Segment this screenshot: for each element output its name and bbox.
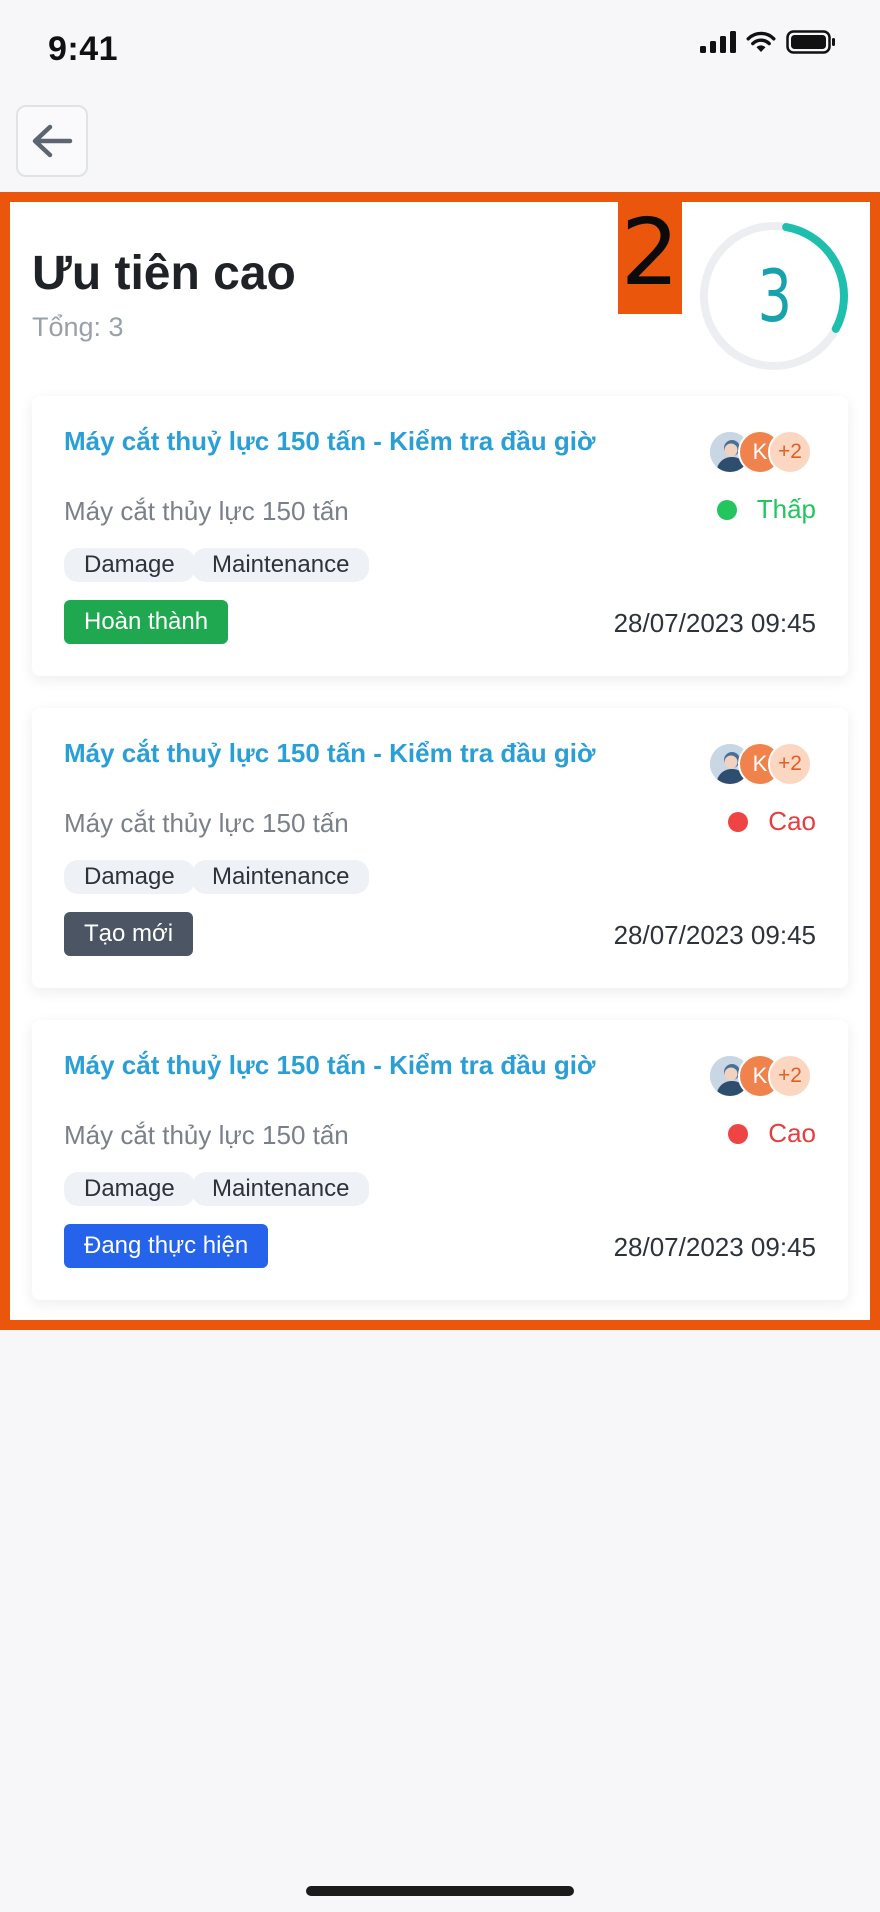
section-title: Ưu tiên cao <box>32 247 296 300</box>
priority-label: Thấp <box>756 494 816 524</box>
task-card[interactable]: Máy cắt thuỷ lực 150 tấn - Kiểm tra đầu … <box>32 1020 848 1300</box>
task-subtitle: Máy cắt thủy lực 150 tấn <box>64 1120 349 1150</box>
status-time: 9:41 <box>48 30 119 68</box>
cellular-signal-icon <box>700 31 736 53</box>
status-bar: 9:41 <box>0 0 880 100</box>
assignee-avatars[interactable]: K +2 <box>708 1054 818 1100</box>
priority-dot-icon <box>728 1123 749 1144</box>
task-title[interactable]: Máy cắt thuỷ lực 150 tấn - Kiểm tra đầu … <box>64 426 595 457</box>
wifi-icon <box>746 31 776 52</box>
task-subtitle: Máy cắt thủy lực 150 tấn <box>64 808 349 838</box>
task-card[interactable]: Máy cắt thuỷ lực 150 tấn - Kiểm tra đầu … <box>32 708 848 988</box>
section-total: Tổng: 3 <box>32 312 124 342</box>
tag-chip: Damage <box>64 548 195 582</box>
status-badge: Tạo mới <box>64 912 194 956</box>
assignee-avatars[interactable]: K +2 <box>708 430 818 476</box>
battery-icon <box>786 30 835 54</box>
tag-chip: Damage <box>64 1172 195 1206</box>
task-date: 28/07/2023 09:45 <box>613 608 816 638</box>
task-date: 28/07/2023 09:45 <box>613 920 816 950</box>
status-icons <box>700 30 836 54</box>
task-title[interactable]: Máy cắt thuỷ lực 150 tấn - Kiểm tra đầu … <box>64 1050 595 1081</box>
task-title[interactable]: Máy cắt thuỷ lực 150 tấn - Kiểm tra đầu … <box>64 738 595 769</box>
priority-dot-icon <box>716 499 737 520</box>
avatar-more-count: +2 <box>768 1054 812 1098</box>
avatar-more-count: +2 <box>768 742 812 786</box>
priority-indicator: Thấp <box>716 494 816 525</box>
priority-label: Cao <box>768 1118 816 1148</box>
tag-chip: Maintenance <box>192 860 370 894</box>
task-subtitle: Máy cắt thủy lực 150 tấn <box>64 496 349 526</box>
status-badge: Đang thực hiện <box>64 1224 269 1268</box>
priority-label: Cao <box>768 806 816 836</box>
tag-chip: Maintenance <box>192 548 370 582</box>
task-card[interactable]: Máy cắt thuỷ lực 150 tấn - Kiểm tra đầu … <box>32 396 848 676</box>
priority-indicator: Cao <box>728 806 816 837</box>
tag-chip: Maintenance <box>192 1172 370 1206</box>
progress-ring-value: 3 <box>757 254 792 338</box>
tag-chip: Damage <box>64 860 195 894</box>
status-badge: Hoàn thành <box>64 600 229 644</box>
priority-dot-icon <box>728 811 749 832</box>
avatar-more-count: +2 <box>768 430 812 474</box>
home-indicator[interactable] <box>306 1886 574 1896</box>
arrow-left-icon <box>32 124 73 158</box>
assignee-avatars[interactable]: K +2 <box>708 742 818 788</box>
back-button[interactable] <box>16 105 88 177</box>
task-date: 28/07/2023 09:45 <box>613 1232 816 1262</box>
priority-indicator: Cao <box>728 1118 816 1149</box>
highlight-number-badge: 2 <box>618 192 682 314</box>
screen: 9:41 2 Ưu tiên cao Tổng: 3 3 Máy cắt thu… <box>0 0 880 1912</box>
